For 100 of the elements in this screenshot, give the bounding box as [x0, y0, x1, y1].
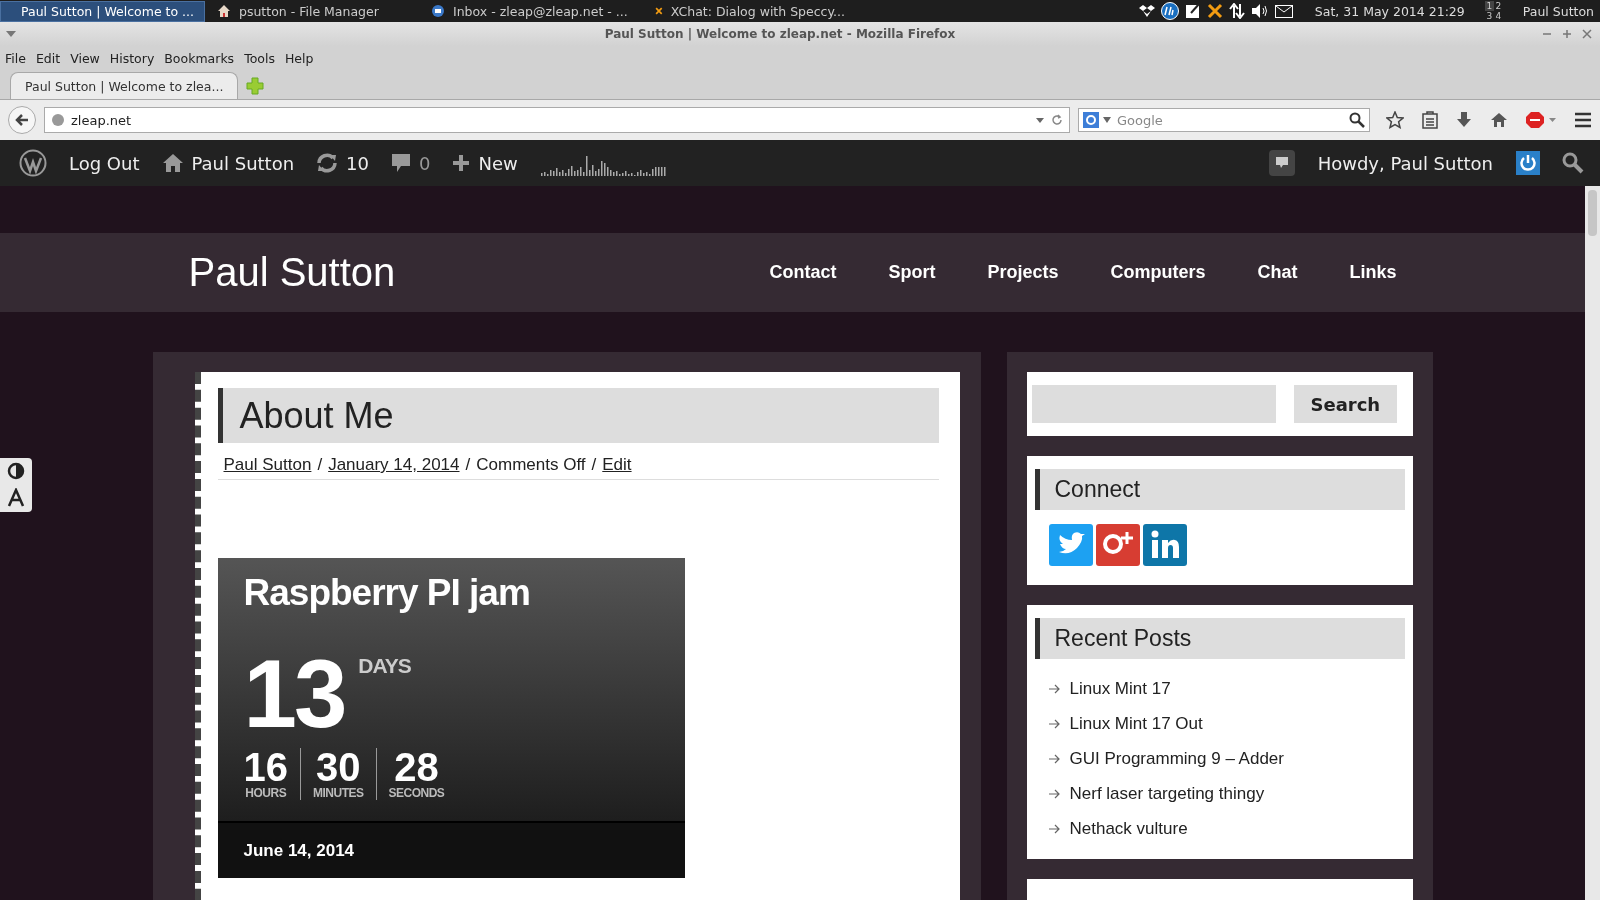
search-button[interactable]: Search	[1293, 385, 1398, 423]
updates-link[interactable]: 10	[305, 152, 380, 174]
howdy-link[interactable]: Howdy, Paul Sutton	[1306, 152, 1504, 174]
new-link[interactable]: New	[441, 152, 529, 174]
back-arrow-icon	[15, 113, 29, 127]
nav-link[interactable]: Contact	[769, 262, 837, 283]
search-field[interactable]	[1031, 385, 1276, 423]
byline-link[interactable]: January 14, 2014	[328, 455, 460, 475]
arrow-icon	[1048, 753, 1060, 764]
dropdown-icon[interactable]	[1035, 116, 1045, 124]
post-link[interactable]: GUI Programming 9 – Adder	[1069, 748, 1284, 769]
logout-link[interactable]: Log Out	[58, 152, 151, 174]
days-label: DAYS	[358, 654, 411, 678]
search-engine-icon[interactable]	[1083, 112, 1099, 128]
home-icon	[161, 153, 184, 173]
notepad-icon[interactable]	[1184, 3, 1201, 19]
menu-item[interactable]: View	[70, 50, 100, 66]
taskbar-button[interactable]: Inbox - zleap@zleap.net - ...	[419, 0, 643, 22]
taskbar-button[interactable]: Paul Sutton | Welcome to ...	[0, 0, 205, 22]
contrast-icon[interactable]	[7, 462, 25, 480]
dropdown-icon[interactable]	[1103, 117, 1111, 123]
separator-text: /	[591, 455, 597, 475]
event-title: Raspberry PI jam	[243, 572, 531, 614]
menu-item[interactable]: Tools	[244, 50, 275, 66]
post-link[interactable]: Linux Mint 17	[1069, 678, 1171, 699]
home-icon[interactable]	[1490, 112, 1508, 128]
refresh-icon	[316, 153, 339, 173]
address-bar[interactable]: zleap.net	[44, 107, 1070, 133]
site-title[interactable]: Paul Sutton	[188, 250, 770, 295]
taskbar-button[interactable]: XChat: Dialog with Speccy...	[643, 0, 857, 22]
search-bar[interactable]: Google	[1078, 108, 1370, 132]
clock-text[interactable]: Sat, 31 May 2014 21:29	[1314, 3, 1465, 19]
google-plus-icon[interactable]	[1095, 524, 1140, 566]
post-link[interactable]: Linux Mint 17 Out	[1069, 713, 1203, 734]
power-icon[interactable]	[1516, 151, 1540, 175]
globe-icon	[51, 113, 65, 127]
window-menu-icon[interactable]	[6, 31, 16, 37]
menu-icon[interactable]	[1574, 112, 1592, 128]
workspace-button[interactable]: 4	[1493, 11, 1503, 21]
bird-icon[interactable]	[1048, 524, 1093, 566]
nav-link[interactable]: Projects	[987, 262, 1059, 283]
maximize-icon[interactable]	[1562, 29, 1572, 39]
widget-title: Recent Posts	[1034, 618, 1405, 659]
time-unit-label: MINUTES	[313, 786, 364, 800]
mail-icon[interactable]	[1274, 4, 1293, 18]
time-value: 16	[243, 748, 288, 786]
font-size-icon[interactable]	[7, 488, 25, 508]
menu-item[interactable]: History	[109, 50, 155, 66]
search-icon[interactable]	[1562, 152, 1584, 174]
post-link[interactable]: Nethack vulture	[1069, 818, 1188, 839]
notification-icon[interactable]	[1268, 150, 1295, 176]
printer-brand-icon[interactable]	[1160, 2, 1179, 20]
nav-link[interactable]: Sport	[888, 262, 936, 283]
byline-link[interactable]: Paul Sutton	[223, 455, 312, 475]
arrow-icon	[1048, 823, 1060, 834]
separator-text: /	[465, 455, 471, 475]
arrow-icon	[1048, 718, 1060, 729]
star-icon[interactable]	[1386, 111, 1404, 129]
byline-link[interactable]: Edit	[602, 455, 632, 475]
nav-link[interactable]: Links	[1349, 262, 1397, 283]
post-title: About Me	[217, 388, 939, 443]
event-date: June 14, 2014	[243, 840, 355, 861]
comments-link[interactable]: 0	[380, 152, 442, 174]
cross-icon[interactable]	[1206, 3, 1223, 19]
network-icon[interactable]	[1228, 3, 1245, 19]
workspace-button[interactable]: 3	[1484, 11, 1494, 21]
menu-item[interactable]: File	[5, 50, 26, 66]
menu-item[interactable]: Edit	[35, 50, 61, 66]
site-link[interactable]: Paul Sutton	[150, 152, 306, 174]
days-count: 13	[243, 654, 345, 734]
menu-item[interactable]: Help	[284, 50, 314, 66]
browser-tab[interactable]: Paul Sutton | Welcome to zlea...	[10, 72, 239, 99]
window-title: Paul Sutton | Welcome to zleap.net - Mozilla Firefox	[603, 27, 957, 41]
dropbox-icon[interactable]	[1138, 4, 1155, 18]
search-icon[interactable]	[1349, 112, 1365, 128]
plus-icon	[452, 154, 471, 172]
nav-link[interactable]: Chat	[1257, 262, 1298, 283]
time-unit-label: SECONDS	[388, 786, 445, 800]
workspace-button[interactable]: 2	[1493, 1, 1503, 11]
volume-icon[interactable]	[1250, 3, 1269, 19]
post-link[interactable]: Nerf laser targeting thingy	[1069, 783, 1265, 804]
user-name[interactable]: Paul Sutton	[1522, 3, 1594, 19]
wordpress-logo-icon[interactable]	[19, 149, 47, 177]
arrow-icon	[1048, 683, 1060, 694]
time-unit-label: HOURS	[245, 786, 287, 800]
home-icon	[217, 4, 231, 18]
linkedin-icon[interactable]	[1142, 524, 1187, 566]
download-icon[interactable]	[1456, 111, 1472, 129]
stop-sign-icon[interactable]	[1526, 111, 1556, 129]
back-button[interactable]	[8, 106, 36, 134]
time-value: 30	[316, 748, 361, 786]
nav-link[interactable]: Computers	[1110, 262, 1206, 283]
clipboard-icon[interactable]	[1422, 111, 1438, 129]
workspace-button[interactable]: 1	[1484, 1, 1494, 11]
comments-status: Comments Off	[476, 455, 586, 475]
taskbar-button[interactable]: psutton - File Manager	[205, 0, 419, 22]
menu-item[interactable]: Bookmarks	[164, 50, 235, 66]
scrollbar[interactable]	[1585, 186, 1600, 900]
reload-icon[interactable]	[1051, 114, 1063, 126]
close-icon[interactable]	[1582, 29, 1592, 39]
